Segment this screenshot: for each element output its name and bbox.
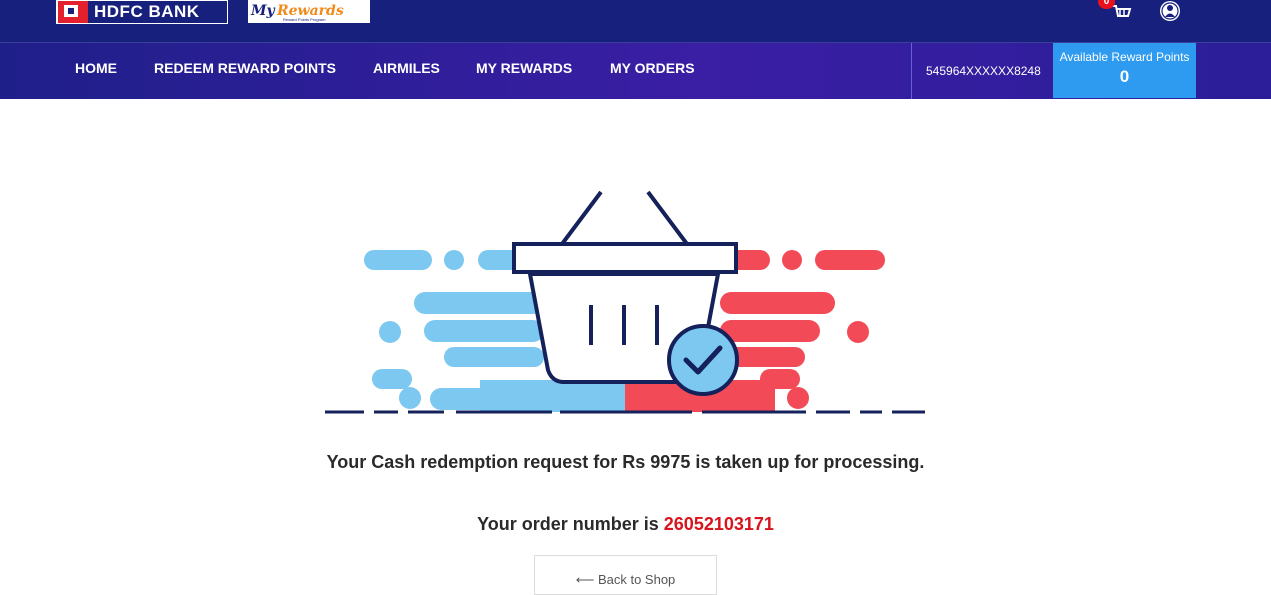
points-label: Available Reward Points [1059,50,1190,64]
order-number-label: Your order number is [477,514,664,534]
back-to-shop-button[interactable]: ⟵ Back to Shop [534,555,717,595]
nav-my-rewards[interactable]: MY REWARDS [476,60,572,76]
nav-redeem-reward-points[interactable]: REDEEM REWARD POINTS [154,60,336,76]
order-number-line: Your order number is 26052103171 [0,514,1251,535]
order-number-value: 26052103171 [663,514,774,534]
main-navigation: HOME REDEEM REWARD POINTS AIRMILES MY RE… [0,43,1271,99]
top-header: HDFC BANK My Rewards Reward Points Progr… [0,0,1271,43]
nav-airmiles[interactable]: AIRMILES [373,60,440,76]
nav-my-orders[interactable]: MY ORDERS [610,60,695,76]
masked-card-number: 545964XXXXXX8248 [911,43,1051,99]
hdfc-logo-mark [58,1,88,23]
myrewards-logo[interactable]: My Rewards Reward Points Program [248,0,370,23]
hdfc-bank-logo[interactable]: HDFC BANK [56,0,228,24]
order-success-basket-illustration [325,190,925,414]
nav-home[interactable]: HOME [75,60,117,76]
reward-points-panel: Available Reward Points 0 [1053,43,1196,98]
redemption-confirmation-message: Your Cash redemption request for Rs 9975… [326,452,925,472]
logo-my-text: My [251,3,275,19]
logo-tagline: Reward Points Program [283,17,326,22]
bank-name: HDFC BANK [88,1,227,23]
user-account-icon[interactable] [1159,0,1181,22]
points-value: 0 [1119,67,1130,86]
